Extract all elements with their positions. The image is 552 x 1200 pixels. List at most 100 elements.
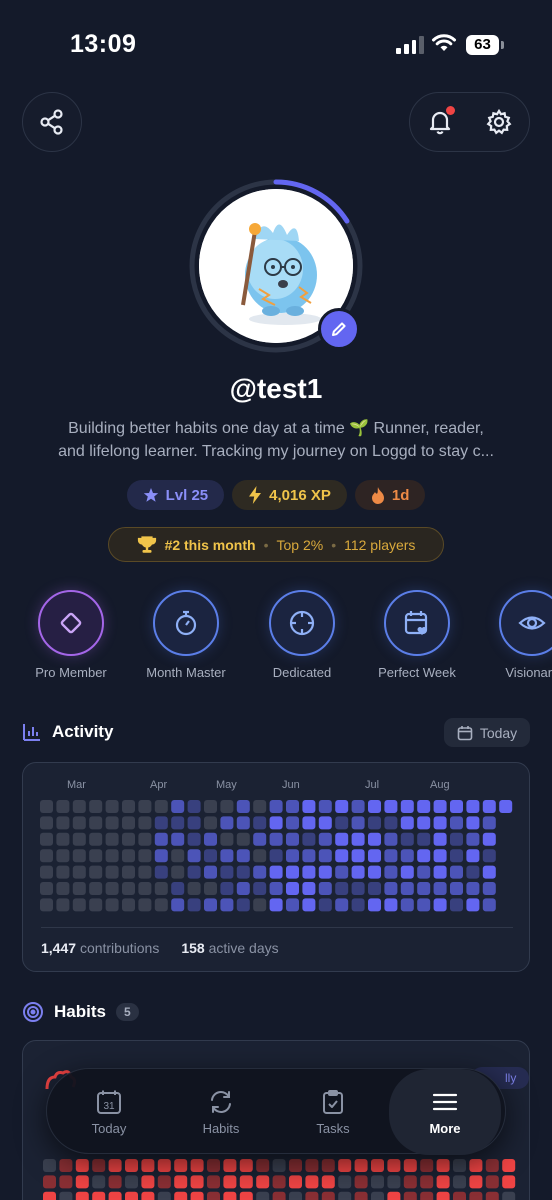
heatmap-cell bbox=[384, 849, 398, 863]
heatmap-cell bbox=[154, 882, 168, 895]
habit-day-cell bbox=[321, 1159, 335, 1172]
calendar-day-number: 31 bbox=[103, 1101, 115, 1112]
heatmap-cell bbox=[204, 865, 217, 879]
nav-tasks[interactable]: Tasks bbox=[277, 1069, 389, 1155]
heatmap-cell bbox=[56, 816, 70, 830]
heatmap-cell bbox=[286, 832, 299, 846]
level-text: Lvl 25 bbox=[165, 486, 209, 504]
habits-header: Habits 5 bbox=[22, 1001, 139, 1023]
habit-day-cell bbox=[43, 1175, 56, 1189]
heatmap-cell bbox=[105, 849, 119, 863]
heatmap-cell bbox=[351, 800, 365, 813]
badge-perfect-week[interactable]: Perfect Week bbox=[362, 590, 472, 680]
heatmap-cell bbox=[269, 800, 283, 813]
nav-today[interactable]: 31 Today bbox=[53, 1069, 165, 1155]
habit-day-cell bbox=[502, 1191, 516, 1200]
habit-day-cell bbox=[43, 1159, 56, 1172]
target-icon bbox=[23, 1002, 43, 1022]
heatmap-cell bbox=[302, 898, 316, 912]
habit-day-cell bbox=[387, 1159, 401, 1172]
heatmap-cell bbox=[122, 865, 135, 879]
bio-line: Building better habits one day at a time… bbox=[68, 420, 484, 437]
heatmap-cell bbox=[40, 865, 53, 879]
heatmap-cell bbox=[204, 882, 217, 895]
heatmap-cell bbox=[482, 898, 496, 912]
stat-chips: Lvl 25 4,016 XP 1d bbox=[0, 480, 552, 510]
heatmap-cell bbox=[286, 898, 299, 912]
habit-day-cell bbox=[190, 1159, 204, 1172]
badge-month-master[interactable]: Month Master bbox=[131, 590, 241, 680]
badge-dedicated[interactable]: Dedicated bbox=[247, 590, 357, 680]
bio-line: and lifelong learner. Tracking my journe… bbox=[58, 443, 494, 460]
activity-stats: 1,447 contributions 158 active days bbox=[41, 940, 279, 956]
settings-button[interactable] bbox=[470, 92, 530, 152]
notifications-button[interactable] bbox=[410, 92, 470, 152]
xp-text: 4,016 XP bbox=[269, 486, 331, 504]
habit-day-cell bbox=[207, 1175, 220, 1189]
heatmap-cell bbox=[236, 800, 250, 813]
avatar[interactable] bbox=[188, 178, 364, 354]
heatmap-cell bbox=[450, 832, 463, 846]
habit-day-cell bbox=[108, 1159, 122, 1172]
badge-circle bbox=[38, 590, 104, 656]
contributions-stat: 1,447 contributions bbox=[41, 940, 159, 956]
badge-label: Visionary bbox=[505, 665, 552, 680]
stopwatch-icon bbox=[175, 610, 197, 636]
header-actions bbox=[409, 92, 530, 152]
habit-day-cell bbox=[92, 1175, 106, 1189]
heatmap-cell bbox=[269, 865, 283, 879]
habit-day-cell bbox=[125, 1191, 138, 1200]
heatmap-cell bbox=[72, 865, 86, 879]
separator-dot: • bbox=[263, 536, 269, 553]
nav-more[interactable]: More bbox=[389, 1069, 501, 1155]
battery-level: 63 bbox=[466, 35, 499, 55]
heatmap-cell bbox=[286, 882, 299, 895]
heatmap-cell bbox=[433, 832, 447, 846]
heatmap-cell bbox=[154, 865, 168, 879]
active-days-value: 158 bbox=[181, 940, 205, 956]
heatmap-cell bbox=[450, 882, 463, 895]
share-button[interactable] bbox=[22, 92, 82, 152]
leaderboard-rank-pill[interactable]: #2 this month • Top 2% • 112 players bbox=[108, 527, 444, 562]
heatmap-cell bbox=[105, 832, 119, 846]
heatmap-cell bbox=[138, 865, 152, 879]
heatmap-cell bbox=[417, 816, 431, 830]
heatmap-cell bbox=[204, 832, 217, 846]
heatmap-cell bbox=[466, 832, 480, 846]
heatmap-cell bbox=[40, 832, 53, 846]
heatmap-cell bbox=[56, 865, 70, 879]
edit-avatar-button[interactable] bbox=[318, 308, 360, 350]
habit-day-cell bbox=[43, 1191, 56, 1200]
heatmap-cell bbox=[171, 832, 185, 846]
habit-day-cell bbox=[371, 1191, 384, 1200]
habit-day-cell bbox=[92, 1159, 106, 1172]
heatmap-cell bbox=[89, 832, 103, 846]
battery-icon: 63 bbox=[466, 35, 504, 55]
streak-chip: 1d bbox=[354, 480, 426, 510]
habit-day-cell bbox=[387, 1175, 401, 1189]
nav-habits[interactable]: Habits bbox=[165, 1069, 277, 1155]
contributions-label: contributions bbox=[79, 940, 160, 956]
menu-icon bbox=[432, 1093, 458, 1110]
heatmap-cell bbox=[253, 898, 267, 912]
badge-label: Dedicated bbox=[272, 665, 332, 680]
heatmap-cell bbox=[138, 816, 152, 830]
badge-visionary[interactable]: Visionary bbox=[477, 590, 552, 680]
habit-day-cell bbox=[75, 1175, 89, 1189]
habit-day-cell bbox=[223, 1191, 237, 1200]
habit-day-cell bbox=[272, 1175, 286, 1189]
heatmap-cell bbox=[482, 800, 496, 813]
heatmap-cell bbox=[286, 865, 299, 879]
heatmap-cell bbox=[384, 898, 398, 912]
heatmap-cell bbox=[253, 882, 267, 895]
badge-pro-member[interactable]: Pro Member bbox=[16, 590, 126, 680]
habits-count-badge: 5 bbox=[115, 1003, 139, 1021]
heatmap-cell bbox=[351, 832, 365, 846]
heatmap-cell bbox=[351, 898, 365, 912]
nav-label: Habits bbox=[202, 1120, 240, 1136]
habit-day-cell bbox=[272, 1191, 286, 1200]
heatmap-cell bbox=[466, 865, 480, 879]
today-button[interactable]: Today bbox=[444, 718, 530, 747]
habit-day-cell bbox=[190, 1191, 204, 1200]
habit-day-cell bbox=[141, 1175, 155, 1189]
